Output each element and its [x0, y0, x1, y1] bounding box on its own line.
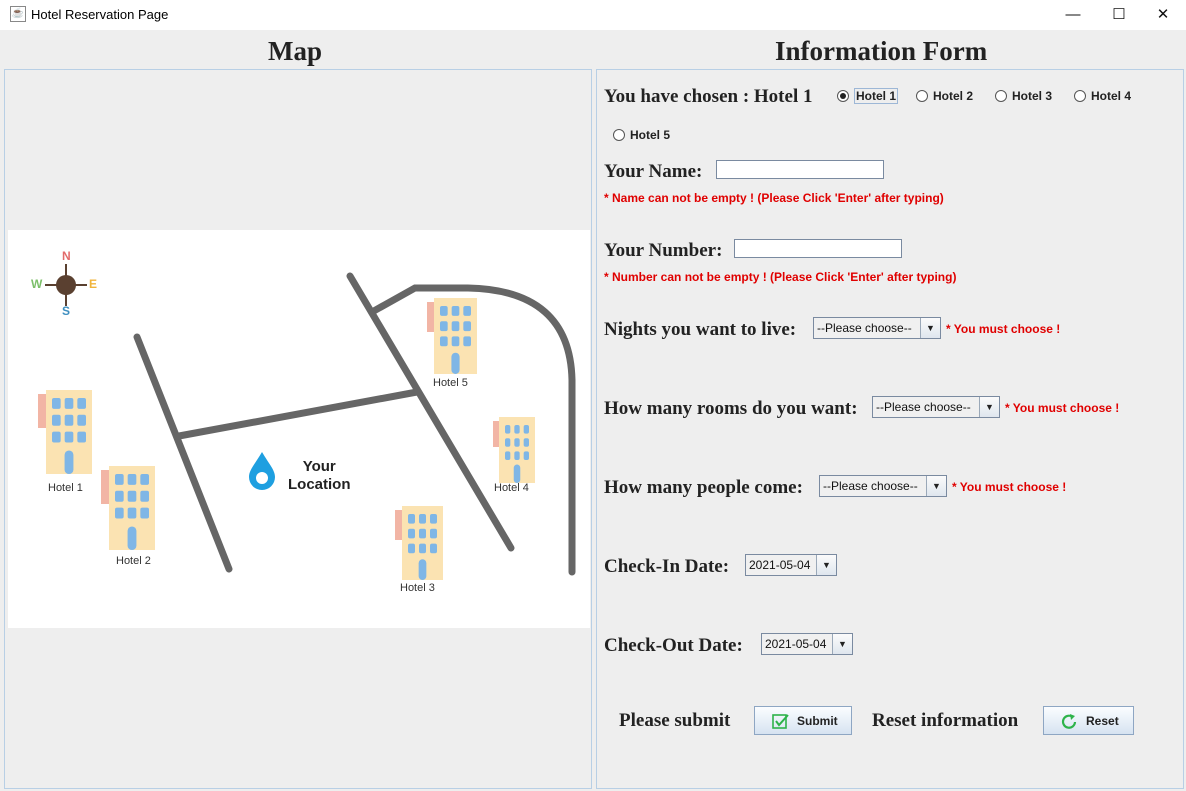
name-label: Your Name: [604, 161, 703, 182]
radio-icon [1074, 90, 1086, 102]
hotel-building-drawing [493, 417, 535, 483]
hotel-3-map-label: Hotel 3 [400, 582, 435, 594]
rooms-label: How many rooms do you want: [604, 398, 858, 419]
hotel-4-radio[interactable]: Hotel 4 [1074, 89, 1131, 103]
hotel-2-building-icon [101, 466, 155, 550]
radio-icon [916, 90, 928, 102]
hotel-2-radio[interactable]: Hotel 2 [916, 89, 973, 103]
people-dropdown[interactable]: --Please choose-- ▼ [819, 475, 947, 497]
chevron-down-icon[interactable]: ▼ [926, 476, 946, 496]
reset-caption: Reset information [872, 710, 1019, 731]
reset-button[interactable]: Reset [1043, 706, 1134, 735]
hotel-4-radio-label: Hotel 4 [1091, 89, 1132, 103]
people-error: * You must choose ! [952, 480, 1067, 494]
your-location-line2: Location [288, 476, 351, 493]
hotel-4-building-icon [493, 417, 535, 483]
hotel-5-radio[interactable]: Hotel 5 [613, 128, 670, 142]
window-titlebar: ☕ Hotel Reservation Page — ☐ ✕ [0, 0, 1186, 30]
number-label: Your Number: [604, 240, 723, 261]
name-error: * Name can not be empty ! (Please Click … [604, 191, 944, 205]
chevron-down-icon[interactable]: ▼ [979, 397, 999, 417]
name-input[interactable] [716, 160, 884, 179]
hotel-3-radio[interactable]: Hotel 3 [995, 89, 1052, 103]
chevron-down-icon[interactable]: ▼ [832, 634, 852, 654]
compass-south: S [62, 304, 71, 318]
hotel-4-map-label: Hotel 4 [494, 482, 529, 494]
hotel-3-building-icon [395, 506, 443, 580]
hotel-1-map-label: Hotel 1 [48, 482, 83, 494]
minimize-button[interactable]: — [1050, 0, 1096, 30]
nights-dropdown[interactable]: --Please choose-- ▼ [813, 317, 941, 339]
reset-button-label: Reset [1086, 714, 1119, 728]
chevron-down-icon[interactable]: ▼ [920, 318, 940, 338]
hotel-3-radio-label: Hotel 3 [1012, 89, 1053, 103]
nights-dropdown-value: --Please choose-- [817, 321, 912, 335]
hotel-5-map-label: Hotel 5 [433, 377, 468, 389]
hotel-1-radio[interactable]: Hotel 1 [837, 88, 899, 104]
submit-button[interactable]: Submit [754, 706, 852, 735]
maximize-button[interactable]: ☐ [1096, 0, 1142, 30]
rooms-dropdown-value: --Please choose-- [876, 400, 971, 414]
checkin-label: Check-In Date: [604, 556, 730, 577]
people-dropdown-value: --Please choose-- [823, 479, 918, 493]
java-cup-icon: ☕ [10, 6, 26, 22]
radio-selected-icon [837, 90, 849, 102]
map-title: Map [268, 36, 322, 66]
checkout-label: Check-Out Date: [604, 635, 743, 656]
radio-icon [995, 90, 1007, 102]
number-input[interactable] [734, 239, 902, 258]
hotel-building-drawing [395, 506, 443, 580]
map-panel: N S W E Hotel 1 Hotel 2 Hotel 3 Hotel 4 … [4, 69, 592, 789]
nights-label: Nights you want to live: [604, 319, 797, 340]
rooms-dropdown[interactable]: --Please choose-- ▼ [872, 396, 1000, 418]
checkout-date-value: 2021-05-04 [765, 637, 827, 651]
refresh-icon [1061, 714, 1077, 729]
compass-east: E [89, 277, 98, 291]
your-location-line1: Your [302, 458, 336, 475]
hotel-1-radio-label: Hotel 1 [854, 88, 899, 104]
chosen-hotel-label: You have chosen : Hotel 1 [604, 86, 813, 107]
location-pin-icon [249, 452, 275, 490]
hotel-1-building-icon [38, 390, 92, 474]
hotel-2-map-label: Hotel 2 [116, 555, 151, 567]
checkin-date-value: 2021-05-04 [749, 558, 811, 572]
hotel-2-radio-label: Hotel 2 [933, 89, 974, 103]
hotel-building-drawing [427, 298, 477, 374]
checkout-date-picker[interactable]: 2021-05-04 ▼ [761, 633, 853, 655]
window-title: Hotel Reservation Page [31, 7, 169, 22]
compass-north: N [62, 249, 71, 263]
hotel-5-building-icon [427, 298, 477, 374]
form-title: Information Form [775, 36, 988, 66]
radio-icon [613, 129, 625, 141]
hotel-building-drawing [101, 466, 155, 550]
compass-icon: N S W E [31, 249, 101, 318]
nights-error: * You must choose ! [946, 322, 1061, 336]
close-button[interactable]: ✕ [1140, 0, 1186, 30]
submit-button-label: Submit [797, 714, 838, 728]
rooms-error: * You must choose ! [1005, 401, 1120, 415]
your-location-label: Your Location [288, 458, 351, 494]
map-image: N S W E Hotel 1 Hotel 2 Hotel 3 Hotel 4 … [8, 230, 590, 628]
checkmark-icon [772, 714, 789, 729]
hotel-building-drawing [38, 390, 92, 474]
hotel-5-radio-label: Hotel 5 [630, 128, 671, 142]
number-error: * Number can not be empty ! (Please Clic… [604, 270, 957, 284]
checkin-date-picker[interactable]: 2021-05-04 ▼ [745, 554, 837, 576]
compass-west: W [31, 277, 43, 291]
submit-caption: Please submit [619, 710, 731, 731]
people-label: How many people come: [604, 477, 803, 498]
chevron-down-icon[interactable]: ▼ [816, 555, 836, 575]
